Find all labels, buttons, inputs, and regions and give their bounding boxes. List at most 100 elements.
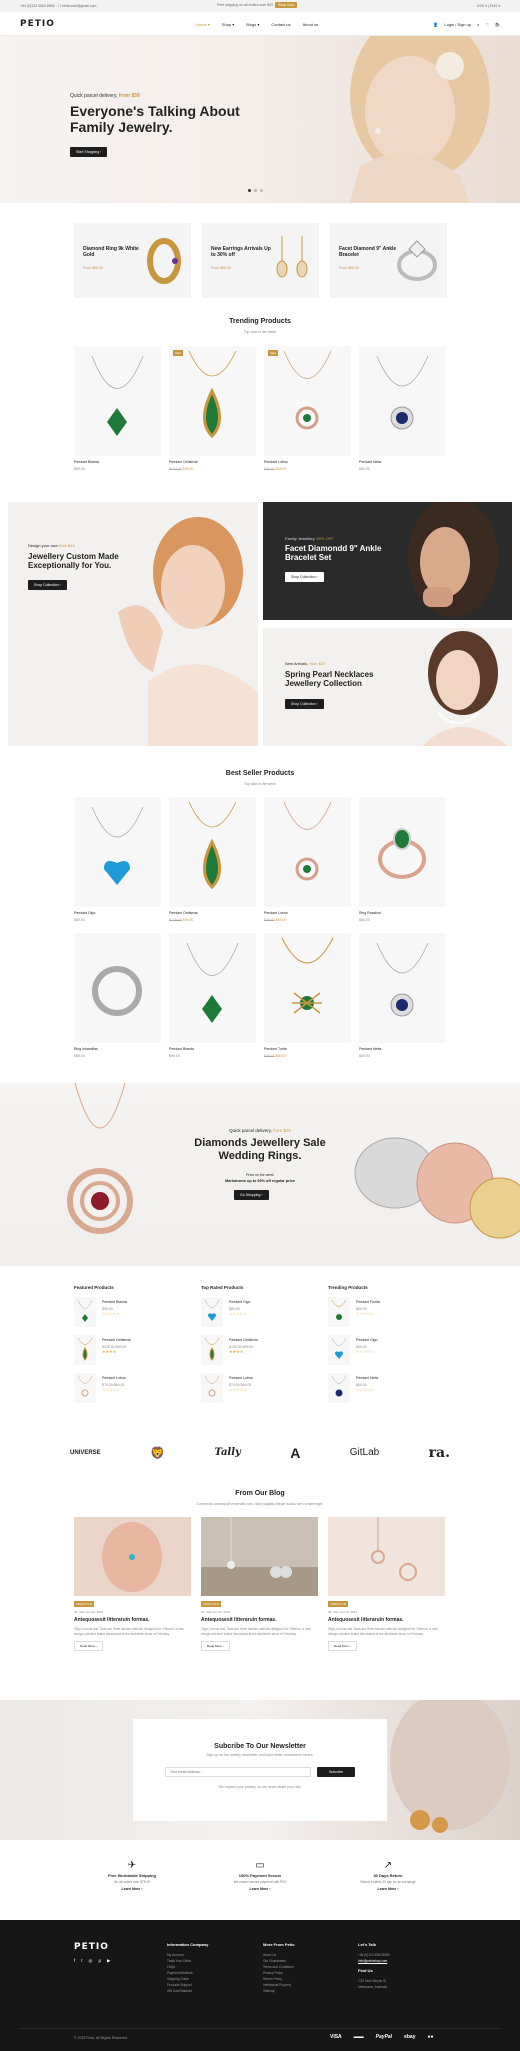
product-name[interactable]: Pendant Netta — [359, 460, 446, 464]
product-name[interactable]: Pendant Cefalexia — [169, 911, 256, 915]
login-link[interactable]: Login / Sign up — [444, 22, 471, 27]
nav-contact[interactable]: Contact us — [271, 22, 290, 27]
list-item[interactable]: Pendant Olgo $60.00 ☆☆☆☆☆ — [328, 1335, 438, 1373]
twitter-icon[interactable]: t — [81, 1958, 82, 1964]
item-name[interactable]: Pendant Cefalexia — [229, 1338, 258, 1342]
product-card[interactable]: Pendant Netta $60.00 — [359, 346, 446, 471]
blog-image[interactable] — [328, 1517, 445, 1596]
blog-post-title[interactable]: Antequosesit litteraruin formas. — [74, 1617, 191, 1623]
list-item[interactable]: Pendant Lolma $79.00 $69.00 ☆☆☆☆☆ — [201, 1373, 311, 1411]
blog-post-title[interactable]: Antequosesit litteraruin formas. — [328, 1617, 445, 1623]
product-name[interactable]: Pendant Bianda — [169, 1047, 256, 1051]
product-card[interactable]: Pendant Bianda $99.00 — [169, 933, 256, 1058]
product-image[interactable] — [169, 797, 256, 907]
product-image[interactable] — [74, 797, 161, 907]
item-name[interactable]: Pendant Olgo — [229, 1300, 250, 1304]
product-card[interactable]: Ring Rosalind $50.00 — [359, 797, 446, 922]
list-item[interactable]: Pendant Cefalexia $130.00 $99.00 ★★★★ — [201, 1335, 311, 1373]
product-image[interactable] — [359, 797, 446, 907]
promo-card-ring[interactable]: Diamond Ring 9k White Gold From $98.00 — [74, 223, 191, 298]
footer-email[interactable]: Info@petioshop.com — [358, 1958, 389, 1964]
instagram-icon[interactable]: ◎ — [89, 1958, 93, 1964]
footer-logo[interactable]: PETIO — [74, 1942, 109, 1952]
product-card[interactable]: Pendant Lolma $79.00 $69.00 — [264, 797, 351, 922]
lion-icon[interactable]: 🦁 — [150, 1446, 165, 1460]
email-field[interactable] — [165, 1767, 311, 1777]
product-card[interactable]: Pendant Netta $60.00 — [359, 933, 446, 1058]
product-card[interactable]: Sale Pendant Cefalexia $130.00 $99.00 — [169, 346, 256, 471]
list-item[interactable]: Pendant Olgo $60.00 ☆☆☆☆☆ — [201, 1297, 311, 1335]
footer-link[interactable]: Gift Card Balance — [167, 1988, 208, 1994]
brand-gitlab[interactable]: GitLab — [350, 1447, 379, 1458]
item-name[interactable]: Pendant Fiorita — [356, 1300, 380, 1304]
product-image[interactable]: Sale — [169, 346, 256, 456]
brand-universe[interactable]: UNIVERSE — [70, 1450, 101, 1456]
product-image[interactable] — [264, 797, 351, 907]
shop-collection-button[interactable]: Shop Collection › — [28, 580, 67, 590]
banner-custom[interactable]: Design your own from $15 Jewellery Custo… — [8, 502, 258, 746]
product-card[interactable]: Pendant Olgo $60.00 — [74, 797, 161, 922]
product-card[interactable]: Pendant Turtle $70.00 $60.00 — [264, 933, 351, 1058]
banner-facet[interactable]: Family Jewellery, 50% OFF Facet Diamondd… — [263, 502, 512, 620]
start-shopping-button[interactable]: Start Shopping › — [70, 147, 108, 157]
shop-collection-button[interactable]: Shop Collection › — [285, 699, 324, 709]
product-name[interactable]: Pendant Lolma — [264, 911, 351, 915]
banner-spring[interactable]: New Arrivals, from $20 Spring Pearl Neck… — [263, 628, 512, 746]
learn-more-link[interactable]: Learn More › — [333, 1887, 443, 1891]
item-name[interactable]: Pendant Cefalexia — [102, 1338, 131, 1342]
blog-image[interactable] — [201, 1517, 318, 1596]
nav-about[interactable]: About us — [303, 22, 319, 27]
learn-more-link[interactable]: Learn More › — [205, 1887, 315, 1891]
shop-collection-button[interactable]: Shop Collection › — [285, 572, 324, 582]
read-more-button[interactable]: Read More › — [201, 1641, 230, 1651]
product-name[interactable]: Pendant Cefalexia — [169, 460, 256, 464]
product-image[interactable] — [169, 933, 256, 1043]
slider-dot[interactable] — [260, 189, 263, 192]
read-more-button[interactable]: Read More › — [74, 1641, 103, 1651]
product-card[interactable]: Pendant Cefalexia $130.00 $99.00 — [169, 797, 256, 922]
nav-blogs[interactable]: Blogs ▾ — [246, 22, 259, 27]
nav-home[interactable]: Home ▾ — [196, 22, 210, 27]
product-image[interactable]: Sale — [264, 346, 351, 456]
facebook-icon[interactable]: f — [74, 1958, 75, 1964]
thumb[interactable] — [328, 1373, 350, 1403]
pinterest-icon[interactable]: p — [98, 1958, 101, 1964]
product-name[interactable]: Pendant Netta — [359, 1047, 446, 1051]
item-name[interactable]: Pendant Bianda — [102, 1300, 127, 1304]
youtube-icon[interactable]: ▶ — [107, 1958, 110, 1964]
brand-a[interactable]: A — [290, 1445, 300, 1461]
list-item[interactable]: Pendant Bianda $99.00 ☆☆☆☆☆ — [74, 1297, 184, 1335]
list-item[interactable]: Pendant Cefalexia $130.00 $99.00 ★★★★ — [74, 1335, 184, 1373]
learn-more-link[interactable]: Learn More › — [77, 1887, 187, 1891]
thumb[interactable] — [201, 1297, 223, 1327]
subscribe-button[interactable]: Subcribe — [317, 1767, 355, 1777]
promo-link[interactable]: From $98.00 — [339, 266, 359, 270]
product-name[interactable]: Pendant Olgo — [74, 911, 161, 915]
list-item[interactable]: Pendant Fiorita $60.00 ☆☆☆☆☆ — [328, 1297, 438, 1335]
product-image[interactable] — [74, 933, 161, 1043]
product-card[interactable]: Sale Pendant Lolma $79.00 $69.00 — [264, 346, 351, 471]
product-card[interactable]: Ring Ishamilias $85.00 — [74, 933, 161, 1058]
item-name[interactable]: Pendant Olgo — [356, 1338, 377, 1342]
cart-icon[interactable]: 🛍 — [495, 22, 500, 27]
brand-tally[interactable]: Tally — [214, 1447, 240, 1458]
wishlist-icon[interactable]: ♡ — [485, 22, 489, 27]
logo[interactable]: PETIO — [20, 19, 55, 29]
shop-now-badge[interactable]: Shop Now — [275, 2, 298, 8]
search-icon[interactable]: ⌕ — [477, 22, 479, 27]
thumb[interactable] — [201, 1373, 223, 1403]
promo-link[interactable]: From $98.00 — [83, 266, 103, 270]
product-name[interactable]: Pendant Lolma — [264, 460, 351, 464]
nav-shop[interactable]: Shop ▾ — [222, 22, 234, 27]
product-name[interactable]: Pendant Bianda — [74, 460, 161, 464]
product-image[interactable] — [359, 346, 446, 456]
product-card[interactable]: Pendant Bianda $99.00 — [74, 346, 161, 471]
list-item[interactable]: Pendant Lolma $79.00 $69.00 ☆☆☆☆☆ — [74, 1373, 184, 1411]
user-icon[interactable]: 👤 — [433, 22, 438, 27]
blog-image[interactable] — [74, 1517, 191, 1596]
thumb[interactable] — [201, 1335, 223, 1365]
promo-card-earrings[interactable]: New Earrings Arrivals Up to 30% off From… — [202, 223, 319, 298]
product-image[interactable] — [359, 933, 446, 1043]
product-name[interactable]: Pendant Turtle — [264, 1047, 351, 1051]
list-item[interactable]: Pendant Netta $60.00 ☆☆☆☆☆ — [328, 1373, 438, 1411]
